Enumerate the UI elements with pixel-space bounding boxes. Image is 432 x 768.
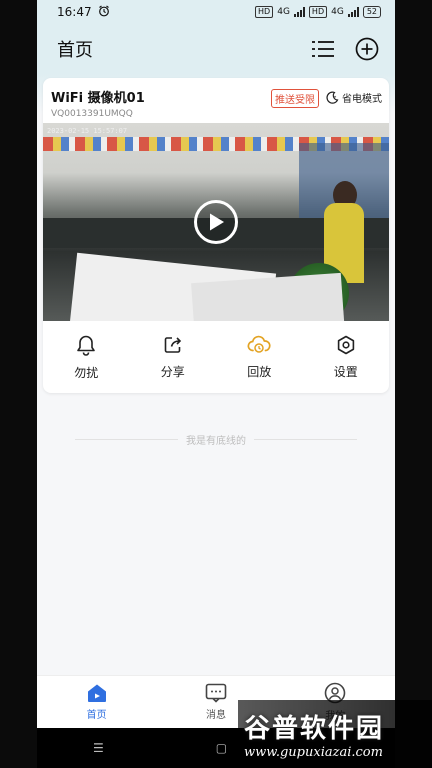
video-timestamp: 2023-02-15 15:57:07: [47, 127, 128, 135]
watermark-url: www.gupuxiazai.com: [244, 745, 383, 760]
divider-left: [75, 439, 178, 440]
tab-home[interactable]: 首页: [37, 676, 156, 728]
bell-icon: [77, 335, 96, 356]
network-type-2: 4G: [331, 7, 344, 17]
message-icon: [205, 683, 227, 703]
cloud-playback-icon: [247, 335, 271, 353]
home-icon: [87, 684, 106, 702]
do-not-disturb-button[interactable]: 勿扰: [43, 321, 130, 393]
hd-badge-1: HD: [255, 6, 274, 18]
moon-icon: [326, 91, 339, 104]
power-save-mode[interactable]: 省电模式: [325, 90, 382, 105]
page-title: 首页: [57, 40, 93, 61]
right-black-margin: [395, 0, 432, 768]
app-header: 首页: [37, 24, 395, 74]
alarm-clock-icon: [98, 5, 110, 20]
add-device-button[interactable]: [355, 37, 379, 61]
settings-label: 设置: [333, 364, 358, 379]
playback-button[interactable]: 回放: [216, 321, 303, 393]
end-of-list-note: 我是有底线的: [75, 432, 357, 447]
hd-badge-2: HD: [308, 6, 328, 18]
playback-label: 回放: [247, 364, 272, 379]
list-icon: [312, 41, 334, 57]
device-card-header: WiFi 摄像机01 VQ0013391UMQQ 推送受限 省电模式: [43, 78, 389, 122]
plus-circle-icon: [355, 37, 379, 61]
list-menu-button[interactable]: [311, 37, 335, 61]
power-mode-label: 省电模式: [342, 94, 382, 105]
watermark: 谷普软件园 www.gupuxiazai.com: [238, 700, 432, 768]
device-card[interactable]: WiFi 摄像机01 VQ0013391UMQQ 推送受限 省电模式 2023-…: [43, 78, 389, 393]
divider-right: [254, 439, 357, 440]
phone-screen: 16:47 HD 4G HD 4G 52 首页 WiFi 摄像机01 VQ001…: [37, 0, 395, 768]
do-not-disturb-label: 勿扰: [74, 365, 99, 380]
tab-messages-label: 消息: [205, 710, 226, 721]
signal-icon-2: [347, 7, 359, 17]
play-button[interactable]: [194, 200, 238, 244]
share-button[interactable]: 分享: [130, 321, 217, 393]
device-actions: 勿扰 分享 回放 设置: [43, 321, 389, 393]
network-type-1: 4G: [277, 7, 290, 17]
status-bar: 16:47 HD 4G HD 4G 52: [37, 0, 395, 24]
device-id: VQ0013391UMQQ: [51, 109, 133, 119]
nav-home-button[interactable]: ▢: [216, 741, 227, 755]
battery-indicator: 52: [362, 6, 381, 18]
camera-video-preview[interactable]: 2023-02-15 15:57:07: [43, 123, 389, 321]
left-black-margin: [0, 0, 37, 768]
share-label: 分享: [160, 364, 185, 379]
share-icon: [164, 336, 181, 353]
settings-button[interactable]: 设置: [303, 321, 390, 393]
end-of-list-text: 我是有底线的: [186, 436, 246, 447]
push-limited-badge[interactable]: 推送受限: [271, 89, 319, 108]
play-icon: [210, 213, 224, 231]
watermark-title: 谷普软件园: [244, 714, 385, 744]
status-time: 16:47: [57, 5, 92, 19]
settings-icon: [337, 335, 354, 354]
tab-home-label: 首页: [86, 710, 107, 721]
nav-menu-button[interactable]: ☰: [93, 741, 104, 755]
signal-icon-1: [293, 7, 305, 17]
